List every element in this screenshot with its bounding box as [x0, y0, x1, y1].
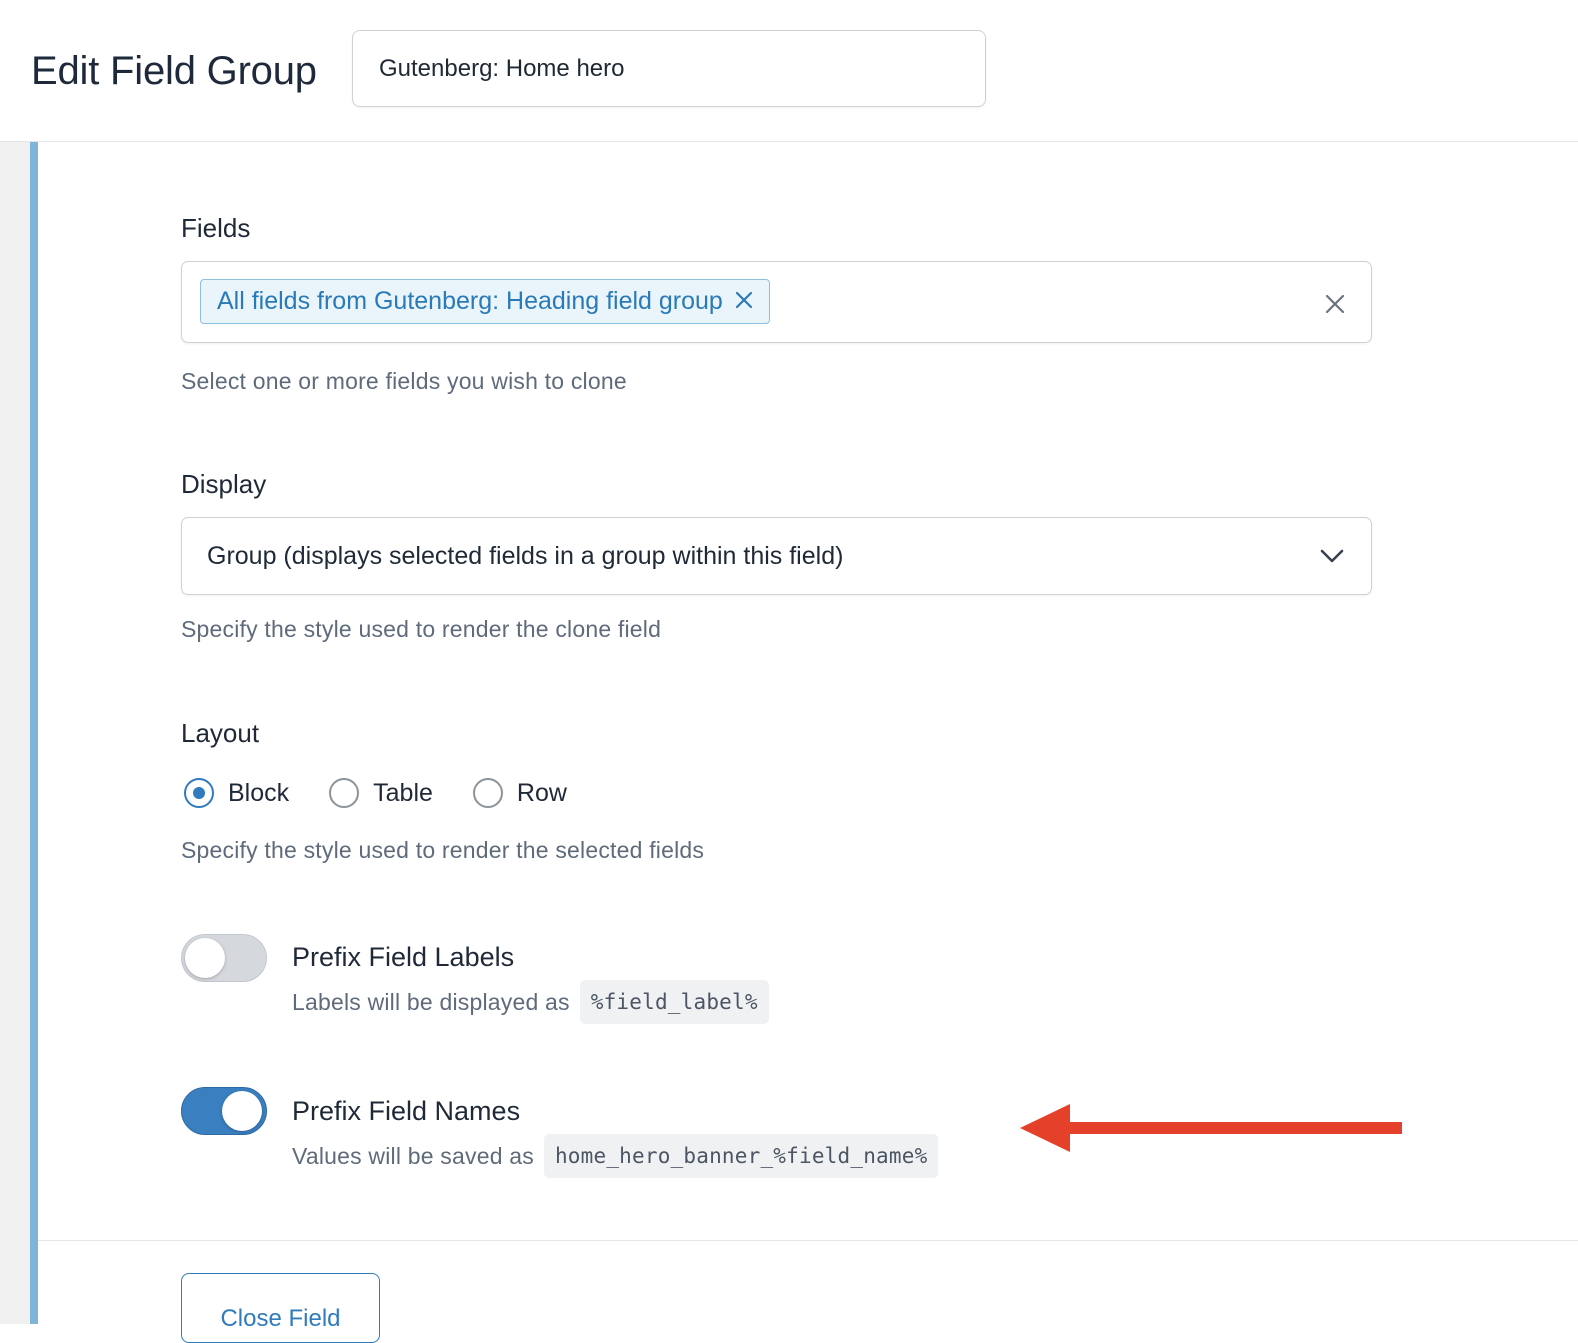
page-title: Edit Field Group: [31, 49, 317, 93]
toggle-knob: [185, 938, 225, 978]
page-header: Edit Field Group: [0, 0, 1578, 142]
layout-option-row[interactable]: Row: [472, 778, 567, 808]
chip-label: All fields from Gutenberg: Heading field…: [217, 287, 723, 315]
prefix-field-names-toggle[interactable]: [181, 1087, 267, 1135]
selected-field-chip[interactable]: All fields from Gutenberg: Heading field…: [200, 279, 770, 324]
layout-help-text: Specify the style used to render the sel…: [181, 837, 705, 863]
radio-button-checked[interactable]: [184, 778, 214, 808]
display-help-text: Specify the style used to render the clo…: [181, 616, 662, 642]
toggle-knob: [222, 1091, 262, 1131]
prefix-names-code: home_hero_banner_%field_name%: [543, 1134, 939, 1178]
display-label: Display: [181, 469, 267, 499]
fields-help-text: Select one or more fields you wish to cl…: [181, 368, 627, 394]
chevron-down-icon: [1319, 546, 1345, 566]
radio-label: Row: [516, 778, 567, 807]
layout-label: Layout: [181, 718, 260, 748]
layout-option-table[interactable]: Table: [329, 778, 433, 808]
field-accent-bar: [30, 142, 38, 1324]
close-field-button[interactable]: Close Field: [181, 1273, 380, 1343]
close-icon[interactable]: [735, 287, 753, 316]
radio-button[interactable]: [329, 778, 360, 808]
prefix-field-names-title: Prefix Field Names: [292, 1096, 521, 1126]
close-icon[interactable]: [1323, 292, 1347, 316]
prefix-field-labels-toggle[interactable]: [181, 934, 267, 982]
prefix-labels-code: %field_label%: [579, 980, 769, 1024]
radio-button[interactable]: [472, 778, 503, 808]
annotation-arrow-icon: [1020, 1104, 1402, 1152]
left-gutter: [0, 142, 30, 1324]
display-selected-value: Group (displays selected fields in a gro…: [207, 542, 844, 570]
prefix-field-labels-title: Prefix Field Labels: [292, 942, 515, 972]
radio-label: Block: [228, 778, 290, 807]
radio-label: Table: [373, 778, 433, 807]
fields-label: Fields: [181, 213, 251, 243]
display-select[interactable]: Group (displays selected fields in a gro…: [181, 517, 1372, 595]
field-group-title-input[interactable]: [352, 30, 986, 107]
layout-option-block[interactable]: Block: [184, 778, 289, 808]
prefix-labels-desc-text: Labels will be displayed as: [292, 988, 570, 1015]
prefix-field-names-description: Values will be saved as home_hero_banner…: [292, 1134, 939, 1178]
fields-select[interactable]: All fields from Gutenberg: Heading field…: [181, 261, 1372, 343]
footer-divider: [38, 1240, 1578, 1241]
layout-radio-group: Block Table Row: [184, 773, 607, 813]
prefix-field-labels-description: Labels will be displayed as %field_label…: [292, 980, 769, 1024]
prefix-names-desc-text: Values will be saved as: [292, 1142, 534, 1169]
